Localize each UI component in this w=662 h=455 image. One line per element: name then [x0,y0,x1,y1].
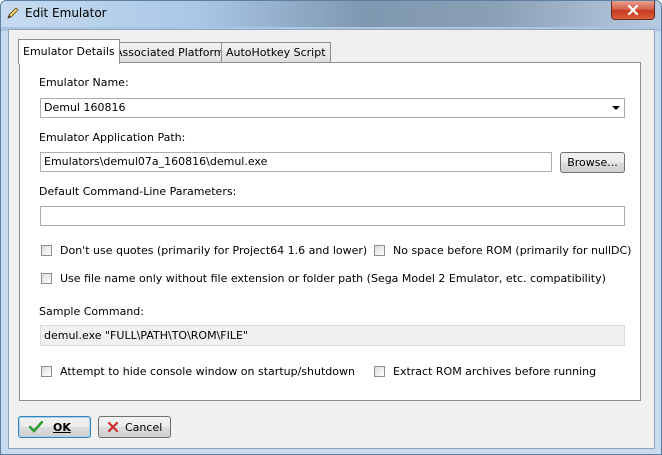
extract-rom-option[interactable]: Extract ROM archives before running [374,365,596,378]
no-space-checkbox[interactable] [374,245,385,256]
ok-label: OK [53,420,71,434]
tab-autohotkey-script[interactable]: AutoHotkey Script [221,42,331,63]
window-title: Edit Emulator [25,6,107,20]
no-quotes-label: Don't use quotes (primarily for Project6… [60,244,368,257]
tab-emulator-details[interactable]: Emulator Details [18,39,120,64]
close-button[interactable] [611,1,655,20]
emulator-name-label: Emulator Name: [39,76,129,89]
tab-associated-platforms[interactable]: Associated Platforms [110,42,236,63]
x-icon [107,421,119,433]
pencil-icon [7,7,19,19]
extract-rom-checkbox[interactable] [374,366,385,377]
filename-only-label: Use file name only without file extensio… [60,272,606,285]
hide-console-label: Attempt to hide console window on startu… [60,365,355,378]
hide-console-option[interactable]: Attempt to hide console window on startu… [41,365,355,378]
checkmark-icon [29,421,43,433]
no-space-option[interactable]: No space before ROM (primarily for nullD… [374,244,631,257]
filename-only-option[interactable]: Use file name only without file extensio… [41,272,606,285]
sample-command-field: demul.exe "FULL\PATH\TO\ROM\FILE" [40,325,625,346]
no-quotes-checkbox[interactable] [41,245,52,256]
hide-console-checkbox[interactable] [41,366,52,377]
sample-command-label: Sample Command: [39,305,144,318]
cancel-button[interactable]: Cancel [98,416,171,438]
no-quotes-option[interactable]: Don't use quotes (primarily for Project6… [41,244,367,257]
dropdown-arrow-icon[interactable] [612,106,620,110]
cancel-label: Cancel [125,420,163,434]
title-bar[interactable]: Edit Emulator [1,1,661,27]
emulator-name-value: Demul 160816 [44,101,126,114]
emulator-details-panel: Emulator Name: Demul 160816 Emulator App… [19,62,641,401]
ok-button[interactable]: OK [18,416,91,438]
browse-button[interactable]: Browse... [560,152,625,173]
dialog-client: Emulator Details Associated Platforms Au… [8,29,655,449]
emulator-path-label: Emulator Application Path: [39,131,186,144]
filename-only-checkbox[interactable] [41,273,52,284]
edit-emulator-window: Edit Emulator Emulator Details Associate… [0,0,662,455]
emulator-name-combo[interactable]: Demul 160816 [40,98,625,118]
close-icon [627,5,639,15]
command-line-params-label: Default Command-Line Parameters: [39,185,237,198]
emulator-path-input[interactable]: Emulators\demul07a_160816\demul.exe [40,152,552,172]
command-line-params-input[interactable] [40,206,625,226]
extract-rom-label: Extract ROM archives before running [393,365,597,378]
no-space-label: No space before ROM (primarily for nullD… [393,244,632,257]
